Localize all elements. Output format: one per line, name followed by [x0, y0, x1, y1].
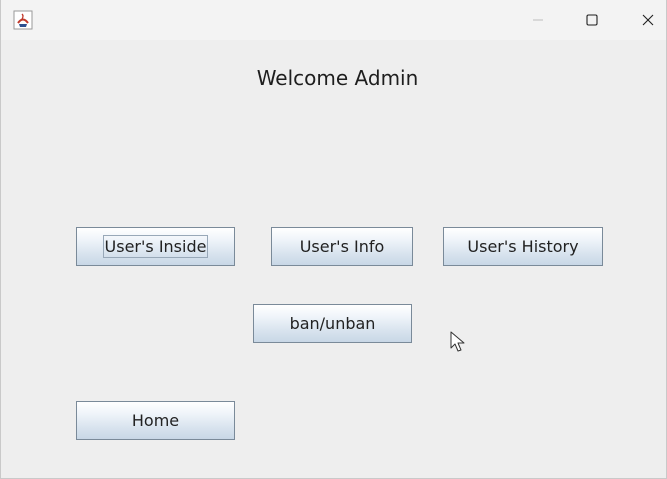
- ban-unban-label: ban/unban: [289, 314, 376, 333]
- ban-unban-button[interactable]: ban/unban: [253, 304, 412, 343]
- content-panel: Welcome Admin User's Inside User's Info …: [1, 40, 666, 479]
- minimize-icon: [532, 11, 544, 30]
- users-info-button[interactable]: User's Info: [271, 227, 413, 266]
- close-icon: [642, 11, 654, 30]
- home-label: Home: [131, 411, 180, 430]
- maximize-button[interactable]: [569, 0, 615, 40]
- java-cup-icon: [13, 10, 33, 30]
- page-title: Welcome Admin: [256, 66, 419, 90]
- app-window: Welcome Admin User's Inside User's Info …: [0, 0, 667, 479]
- title-bar[interactable]: [1, 0, 666, 40]
- home-button[interactable]: Home: [76, 401, 235, 440]
- users-history-button[interactable]: User's History: [443, 227, 603, 266]
- users-inside-button[interactable]: User's Inside: [76, 227, 235, 266]
- mouse-pointer-icon: [450, 331, 466, 353]
- close-button[interactable]: [625, 0, 667, 40]
- maximize-icon: [586, 11, 598, 30]
- users-info-label: User's Info: [299, 237, 385, 256]
- users-inside-label: User's Inside: [102, 235, 209, 258]
- users-history-label: User's History: [467, 237, 579, 256]
- minimize-button[interactable]: [515, 0, 561, 40]
